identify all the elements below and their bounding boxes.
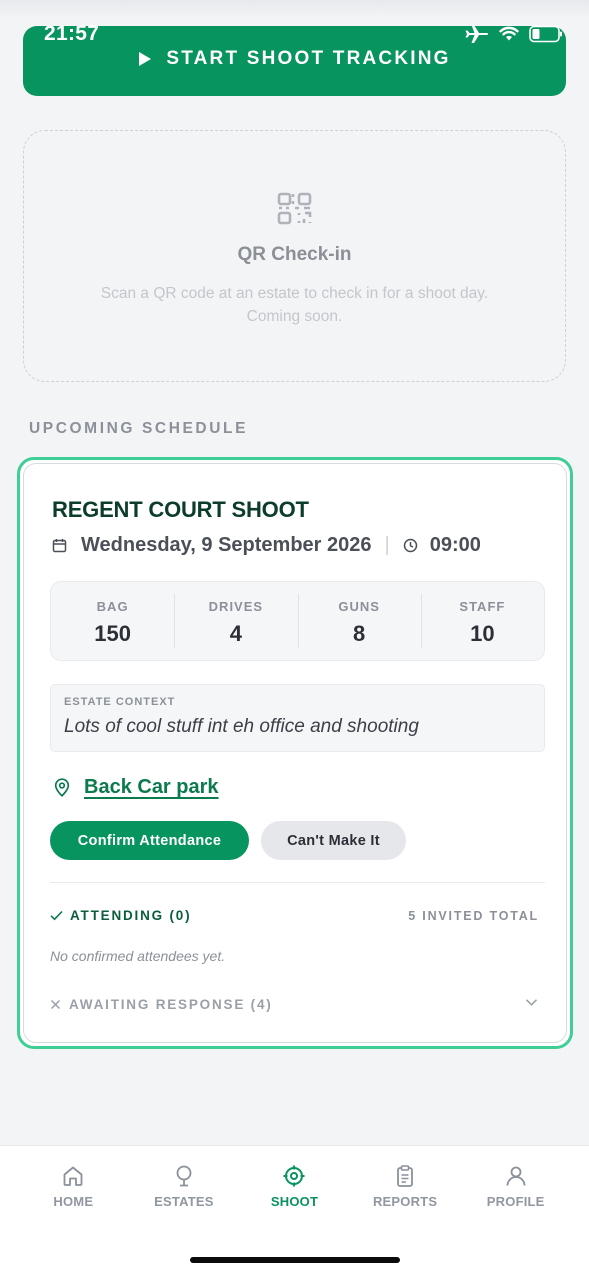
upcoming-schedule-heading: UPCOMING SCHEDULE — [29, 420, 249, 437]
shoot-date: Wednesday, 9 September 2026 — [81, 534, 372, 556]
awaiting-response-toggle[interactable]: AWAITING RESPONSE (4) — [50, 997, 273, 1012]
shoot-date-row: Wednesday, 9 September 2026 | 09:00 — [52, 534, 481, 557]
nav-shoot-label: SHOOT — [270, 1194, 319, 1209]
nav-home[interactable]: HOME — [18, 1146, 129, 1280]
nav-profile-label: PROFILE — [486, 1194, 545, 1209]
date-separator: | — [384, 534, 390, 556]
top-fade — [0, 0, 589, 18]
shoot-screen: START SHOOT TRACKING 21:57 QR Check-in S… — [0, 0, 589, 1280]
no-attendees-note: No confirmed attendees yet. — [50, 948, 226, 964]
stat-value: 4 — [229, 621, 242, 646]
stat-drives: DRIVES 4 — [174, 582, 297, 660]
stat-staff: STAFF 10 — [420, 582, 544, 660]
stat-guns: GUNS 8 — [297, 582, 421, 660]
stat-value: 8 — [353, 621, 366, 646]
crosshair-icon — [283, 1165, 305, 1187]
map-pin-icon — [54, 778, 70, 797]
nav-reports-label: REPORTS — [372, 1194, 438, 1209]
confirm-attendance-button[interactable]: Confirm Attendance — [50, 821, 249, 860]
cant-make-it-button[interactable]: Can't Make It — [261, 821, 406, 860]
qr-code-icon — [277, 192, 312, 225]
qr-checkin-description: Scan a QR code at an estate to check in … — [100, 285, 489, 325]
shoot-card: REGENT COURT SHOOT Wednesday, 9 Septembe… — [17, 457, 573, 1049]
play-icon — [139, 52, 152, 66]
qr-checkin-card: QR Check-in Scan a QR code at an estate … — [23, 130, 566, 382]
battery-icon — [529, 25, 562, 43]
wifi-icon — [499, 26, 519, 41]
location-text: Back Car park — [84, 776, 219, 798]
stat-label: STAFF — [459, 599, 506, 614]
start-shoot-tracking-label: START SHOOT TRACKING — [166, 48, 451, 69]
calendar-icon — [52, 539, 67, 553]
home-icon — [63, 1166, 83, 1186]
status-icons — [465, 24, 563, 44]
stat-value: 10 — [470, 621, 495, 646]
shoot-title: REGENT COURT SHOOT — [52, 497, 309, 522]
nav-estates-label: ESTATES — [154, 1194, 214, 1209]
attending-label: ATTENDING (0) — [70, 908, 192, 923]
stat-bag: BAG 150 — [51, 582, 174, 660]
stat-label: GUNS — [338, 599, 380, 614]
chevron-down-icon[interactable] — [525, 998, 538, 1007]
tree-icon — [176, 1165, 192, 1187]
invited-total: 5 INVITED TOTAL — [408, 909, 539, 923]
airplane-icon — [465, 25, 488, 43]
stat-value: 150 — [94, 621, 131, 646]
estate-context: ESTATE CONTEXT Lots of cool stuff int eh… — [50, 684, 545, 752]
stat-label: DRIVES — [208, 599, 264, 614]
nav-home-label: HOME — [53, 1194, 94, 1209]
stat-label: BAG — [96, 599, 129, 614]
qr-checkin-title: QR Check-in — [237, 244, 352, 265]
attending-header: ATTENDING (0) — [50, 908, 191, 923]
location-link[interactable]: Back Car park — [54, 776, 219, 799]
shoot-stats: BAG 150 DRIVES 4 GUNS 8 STAFF 10 — [50, 581, 545, 661]
awaiting-response-label: AWAITING RESPONSE (4) — [69, 997, 273, 1012]
check-icon — [50, 910, 63, 921]
estate-context-text: Lots of cool stuff int eh office and sho… — [64, 716, 419, 737]
home-indicator[interactable] — [190, 1257, 400, 1263]
estate-context-label: ESTATE CONTEXT — [64, 696, 176, 708]
clipboard-icon — [397, 1165, 413, 1187]
close-icon — [50, 999, 61, 1010]
status-time: 21:57 — [44, 22, 100, 45]
divider — [50, 882, 545, 883]
clock-icon — [403, 538, 417, 553]
nav-profile[interactable]: PROFILE — [460, 1146, 571, 1280]
user-icon — [506, 1166, 526, 1186]
shoot-time: 09:00 — [429, 534, 481, 556]
